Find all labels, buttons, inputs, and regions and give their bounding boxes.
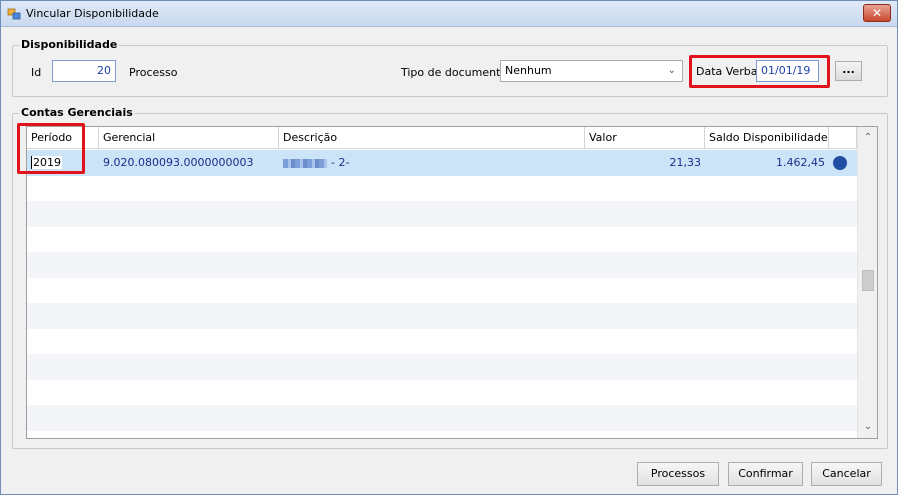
ellipsis-button[interactable]: ... bbox=[835, 61, 862, 81]
ellipsis-label: ... bbox=[842, 63, 855, 76]
empty-row bbox=[27, 405, 857, 431]
col-header-descricao[interactable]: Descrição bbox=[279, 127, 585, 149]
empty-row bbox=[27, 303, 857, 329]
cell-gerencial: 9.020.080093.0000000003 bbox=[103, 156, 254, 169]
vertical-scrollbar[interactable]: ⌃ ⌄ bbox=[857, 127, 877, 438]
scroll-down-icon[interactable]: ⌄ bbox=[858, 418, 877, 436]
id-value: 20 bbox=[97, 64, 111, 77]
close-button[interactable]: ✕ bbox=[863, 4, 891, 22]
scroll-up-icon[interactable]: ⌃ bbox=[858, 129, 877, 147]
empty-row bbox=[27, 379, 857, 405]
cell-saldo: 1.462,45 bbox=[776, 156, 825, 169]
tipo-documento-value: Nenhum bbox=[505, 64, 552, 77]
redacted-text bbox=[283, 158, 327, 168]
grid-header: Período Gerencial Descrição Valor Saldo … bbox=[27, 127, 857, 149]
status-dot-icon bbox=[833, 156, 847, 170]
id-label: Id bbox=[31, 66, 42, 79]
data-verba-field[interactable]: 01/01/19 bbox=[756, 60, 819, 82]
cell-valor: 21,33 bbox=[669, 156, 702, 169]
col-header-valor[interactable]: Valor bbox=[585, 127, 705, 149]
title-bar[interactable]: Vincular Disponibilidade ✕ bbox=[1, 1, 897, 27]
empty-row bbox=[27, 328, 857, 354]
col-header-gerencial[interactable]: Gerencial bbox=[99, 127, 279, 149]
data-verba-label: Data Verba bbox=[696, 65, 758, 78]
data-verba-value: 01/01/19 bbox=[761, 64, 811, 77]
empty-row bbox=[27, 277, 857, 303]
id-field[interactable]: 20 bbox=[52, 60, 116, 82]
window-title: Vincular Disponibilidade bbox=[26, 7, 159, 20]
confirmar-label: Confirmar bbox=[738, 467, 793, 480]
cell-descricao: - 2- bbox=[279, 150, 585, 175]
cancelar-label: Cancelar bbox=[822, 467, 871, 480]
disponibilidade-title: Disponibilidade bbox=[19, 38, 120, 51]
close-icon: ✕ bbox=[871, 6, 883, 20]
periodo-highlight bbox=[17, 123, 85, 174]
processos-label: Processos bbox=[650, 467, 706, 480]
processos-button[interactable]: Processos bbox=[637, 462, 719, 486]
dialog-window: Vincular Disponibilidade ✕ Disponibilida… bbox=[0, 0, 898, 495]
empty-row bbox=[27, 252, 857, 278]
empty-row bbox=[27, 354, 857, 380]
contas-grid[interactable]: Período Gerencial Descrição Valor Saldo … bbox=[26, 126, 878, 439]
confirmar-button[interactable]: Confirmar bbox=[728, 462, 803, 486]
tipo-documento-label: Tipo de documento bbox=[401, 66, 508, 79]
empty-row bbox=[27, 175, 857, 201]
col-header-status bbox=[829, 127, 857, 149]
chevron-down-icon: ⌄ bbox=[667, 65, 676, 76]
empty-row bbox=[27, 201, 857, 227]
app-icon bbox=[7, 8, 21, 20]
empty-row bbox=[27, 226, 857, 252]
scroll-thumb[interactable] bbox=[862, 270, 874, 291]
col-header-saldo[interactable]: Saldo Disponibilidade bbox=[705, 127, 829, 149]
descricao-value: - 2- bbox=[331, 156, 350, 169]
contas-gerenciais-title: Contas Gerenciais bbox=[19, 106, 135, 119]
processo-label: Processo bbox=[129, 66, 178, 79]
tipo-documento-select[interactable]: Nenhum ⌄ bbox=[500, 60, 683, 82]
cancelar-button[interactable]: Cancelar bbox=[811, 462, 882, 486]
table-row[interactable]: 2019 9.020.080093.0000000003 - 2- 21,33 … bbox=[27, 150, 857, 176]
